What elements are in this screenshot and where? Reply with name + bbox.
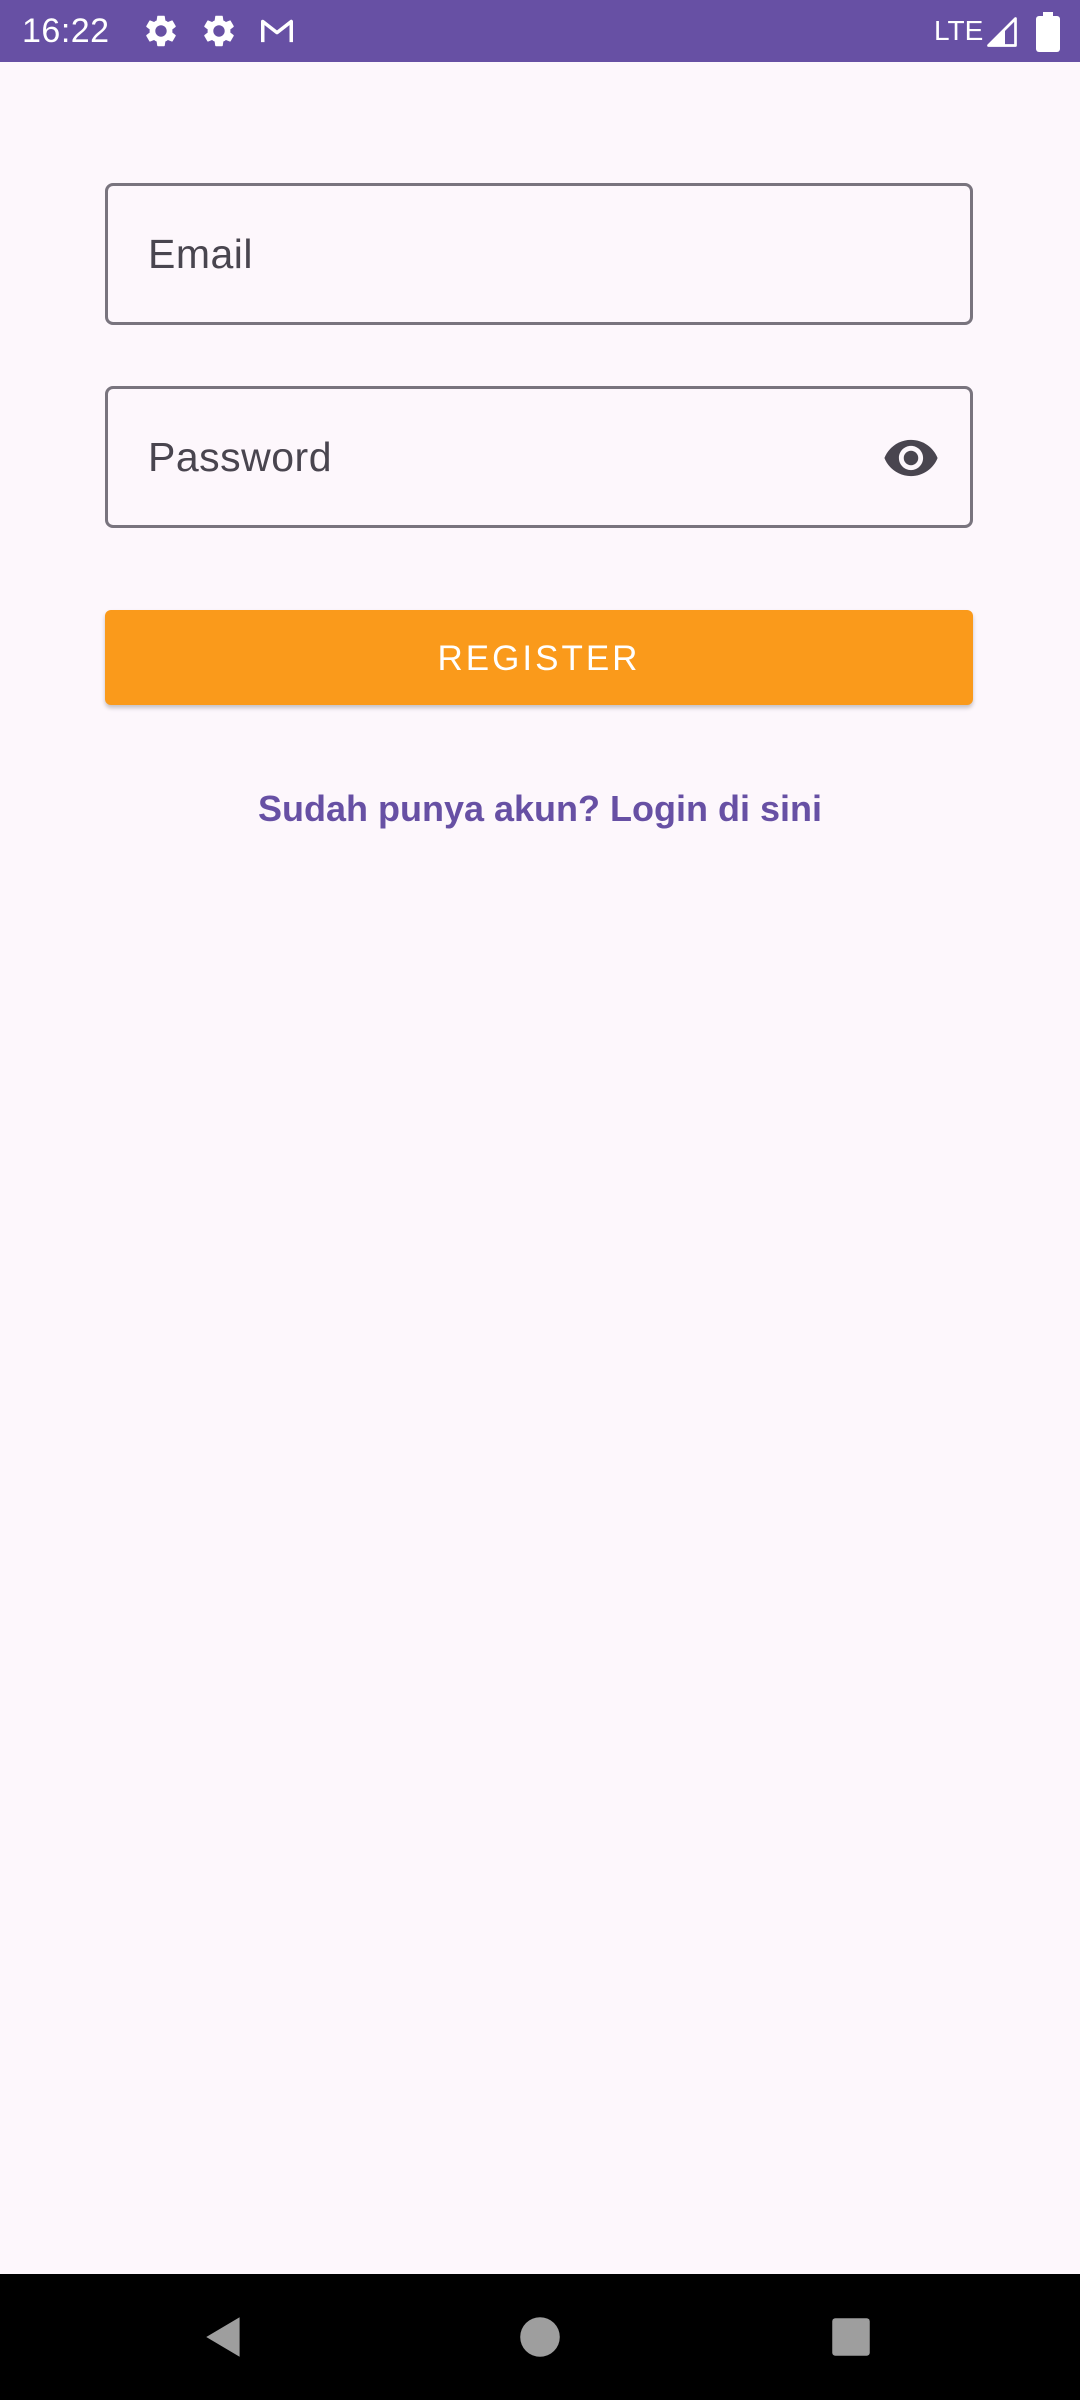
recents-icon[interactable] <box>826 2312 876 2362</box>
status-time: 16:22 <box>22 12 110 50</box>
login-link[interactable]: Sudah punya akun? Login di sini <box>0 784 1080 834</box>
home-icon[interactable] <box>515 2312 565 2362</box>
email-field[interactable] <box>105 183 973 325</box>
battery-icon <box>1036 12 1060 52</box>
eye-icon[interactable] <box>882 433 940 483</box>
back-icon[interactable] <box>200 2312 250 2362</box>
network-type-label: LTE <box>934 15 984 46</box>
email-input[interactable] <box>148 186 930 322</box>
password-field[interactable] <box>105 386 973 528</box>
register-button[interactable]: REGISTER <box>105 610 973 705</box>
gmail-icon <box>258 12 296 50</box>
navigation-bar <box>0 2274 1080 2400</box>
settings-gear-icon <box>200 12 238 50</box>
status-bar: 16:22 LTE <box>0 0 1080 62</box>
password-input[interactable] <box>148 389 860 525</box>
settings-gear-icon <box>142 12 180 50</box>
cellular-signal-icon <box>984 14 1020 50</box>
